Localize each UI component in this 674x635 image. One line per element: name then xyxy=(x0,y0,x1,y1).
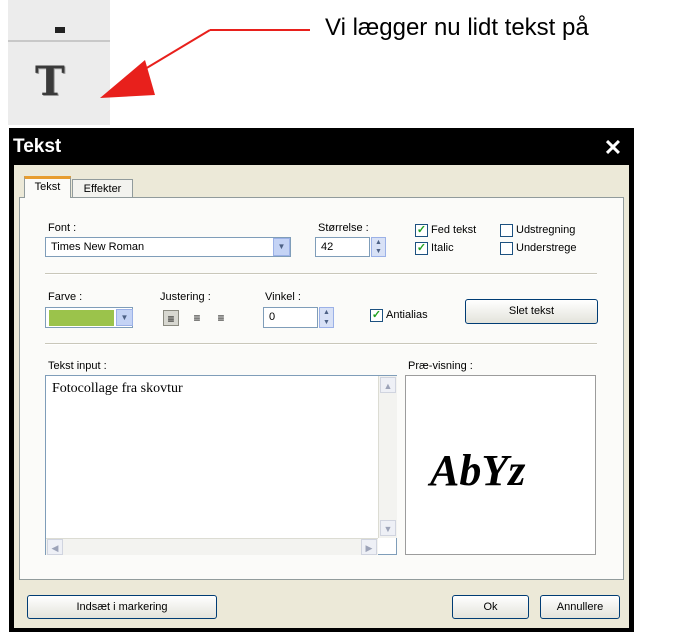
strike-checkbox[interactable] xyxy=(500,224,513,237)
horizontal-scrollbar[interactable]: ◀ ▶ xyxy=(46,538,378,555)
font-select[interactable]: Times New Roman xyxy=(45,237,291,257)
text-input-label: Tekst input : xyxy=(48,360,107,372)
angle-input[interactable]: 0 xyxy=(263,307,318,328)
italic-label: Italic xyxy=(431,242,454,254)
color-label: Farve : xyxy=(48,291,83,303)
strike-label: Udstregning xyxy=(516,224,576,236)
underline-label: Understrege xyxy=(516,242,577,254)
callout-text: Vi lægger nu lidt tekst på xyxy=(325,14,589,41)
down-icon: ▼ xyxy=(375,248,382,255)
chevron-down-icon[interactable]: ▼ xyxy=(273,238,290,256)
up-icon: ▲ xyxy=(323,309,330,316)
separator xyxy=(45,343,597,345)
insert-into-selection-button[interactable]: Indsæt i markering xyxy=(27,595,217,619)
close-icon[interactable]: ✕ xyxy=(602,137,624,159)
bold-label: Fed tekst xyxy=(431,224,477,236)
underline-checkbox[interactable] xyxy=(500,242,513,255)
tab-tekst[interactable]: Tekst xyxy=(24,176,71,198)
size-input[interactable]: 42 xyxy=(315,237,370,257)
preview-label: Præ-visning : xyxy=(408,360,473,372)
angle-label: Vinkel : xyxy=(265,291,301,303)
cancel-button[interactable]: Annullere xyxy=(540,595,620,619)
align-center-icon[interactable]: ≡ xyxy=(189,310,205,326)
chevron-down-icon[interactable]: ▼ xyxy=(116,309,133,326)
vertical-scrollbar[interactable]: ▲ ▼ xyxy=(378,376,397,538)
color-swatch xyxy=(49,310,114,326)
ok-button[interactable]: Ok xyxy=(452,595,529,619)
scroll-down-icon[interactable]: ▼ xyxy=(380,520,396,536)
scroll-left-icon[interactable]: ◀ xyxy=(47,539,63,555)
antialias-checkbox[interactable]: ✓ xyxy=(370,309,383,322)
font-label: Font : xyxy=(48,222,77,234)
down-icon: ▼ xyxy=(323,318,330,326)
separator xyxy=(45,273,597,275)
size-value: 42 xyxy=(321,241,334,253)
align-left-icon[interactable]: ≡ xyxy=(163,310,179,326)
arrow-head-icon xyxy=(100,60,155,98)
tab-effekter[interactable]: Effekter xyxy=(72,179,133,198)
align-right-icon[interactable]: ≡ xyxy=(213,310,229,326)
italic-checkbox[interactable]: ✓ xyxy=(415,242,428,255)
font-value: Times New Roman xyxy=(51,241,145,253)
text-input-value: Fotocollage fra skovtur xyxy=(52,381,183,396)
antialias-label: Antialias xyxy=(386,309,428,321)
angle-stepper[interactable]: ▲ ▼ xyxy=(319,307,334,328)
size-stepper[interactable]: ▲ ▼ xyxy=(371,237,386,257)
preview-sample: AbYz xyxy=(430,446,526,495)
align-label: Justering : xyxy=(160,291,211,303)
size-label: Størrelse : xyxy=(318,222,369,234)
angle-value: 0 xyxy=(269,311,276,323)
bold-checkbox[interactable]: ✓ xyxy=(415,224,428,237)
text-input-area[interactable] xyxy=(45,375,397,555)
scroll-up-icon[interactable]: ▲ xyxy=(380,377,396,393)
up-icon: ▲ xyxy=(375,239,382,246)
scroll-right-icon[interactable]: ▶ xyxy=(361,539,377,555)
dialog-title: Tekst xyxy=(13,136,62,157)
delete-text-button[interactable]: Slet tekst xyxy=(465,299,598,324)
